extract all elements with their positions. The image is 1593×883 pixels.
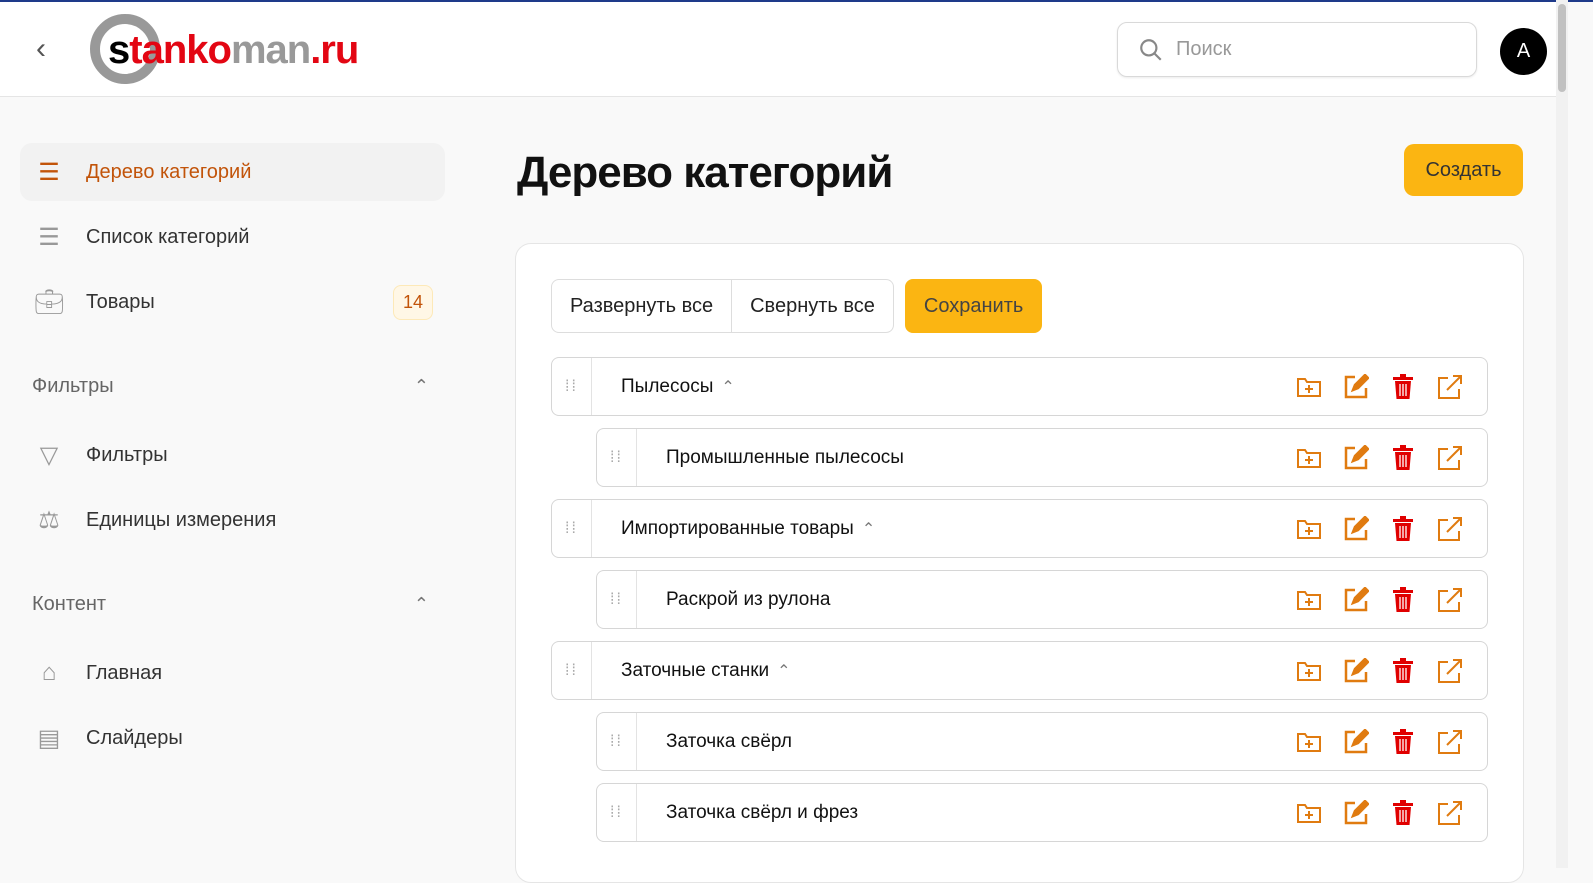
chevron-up-icon[interactable]: ⌃ bbox=[777, 661, 790, 681]
list-icon: ☰ bbox=[38, 223, 60, 251]
drag-handle-icon[interactable]: ⁞⁞ bbox=[597, 713, 637, 770]
open-external-icon[interactable] bbox=[1437, 800, 1463, 826]
sidebar-item-filters[interactable]: ▽ Фильтры bbox=[20, 426, 445, 484]
scales-icon: ⚖︎ bbox=[38, 506, 60, 534]
sidebar-item-sliders[interactable]: ▤ Слайдеры bbox=[20, 709, 445, 767]
edit-icon[interactable] bbox=[1343, 444, 1369, 471]
drag-handle-icon[interactable]: ⁞⁞ bbox=[597, 571, 637, 628]
sidebar-item-home[interactable]: ⌂ Главная bbox=[20, 644, 445, 702]
category-name[interactable]: Промышленные пылесосы bbox=[666, 447, 904, 469]
tree-row: ⁞⁞ Раскрой из рулона bbox=[596, 570, 1488, 629]
trash-icon[interactable] bbox=[1390, 373, 1416, 400]
funnel-icon: ▽ bbox=[39, 441, 59, 469]
tree-list-icon: ☰ bbox=[38, 158, 60, 186]
search-input[interactable] bbox=[1176, 38, 1456, 61]
trash-icon[interactable] bbox=[1390, 444, 1416, 471]
add-subfolder-icon[interactable] bbox=[1296, 374, 1322, 400]
tree-row: ⁞⁞ Пылесосы ⌃ bbox=[551, 357, 1488, 416]
tree-row: ⁞⁞ Заточка свёрл и фрез bbox=[596, 783, 1488, 842]
category-name[interactable]: Раскрой из рулона bbox=[666, 589, 830, 611]
category-name[interactable]: Заточка свёрл и фрез bbox=[666, 802, 858, 824]
tree-row: ⁞⁞ Заточка свёрл bbox=[596, 712, 1488, 771]
header: ‹ stankoman.ru A bbox=[0, 2, 1556, 97]
tree-row: ⁞⁞ Заточные станки ⌃ bbox=[551, 641, 1488, 700]
trash-icon[interactable] bbox=[1390, 728, 1416, 755]
scrollbar[interactable] bbox=[1556, 0, 1568, 868]
edit-icon[interactable] bbox=[1343, 515, 1369, 542]
edit-icon[interactable] bbox=[1343, 373, 1369, 400]
search-icon bbox=[1140, 38, 1162, 61]
drag-handle-icon[interactable]: ⁞⁞ bbox=[597, 429, 637, 486]
add-subfolder-icon[interactable] bbox=[1296, 587, 1322, 613]
open-external-icon[interactable] bbox=[1437, 729, 1463, 755]
trash-icon[interactable] bbox=[1390, 586, 1416, 613]
drag-handle-icon[interactable]: ⁞⁞ bbox=[552, 500, 592, 557]
sidebar-item-units[interactable]: ⚖︎ Единицы измерения bbox=[20, 491, 445, 549]
open-external-icon[interactable] bbox=[1437, 658, 1463, 684]
sidebar-item-category-tree[interactable]: ☰ Дерево категорий bbox=[20, 143, 445, 201]
chevron-up-icon[interactable]: ⌃ bbox=[414, 376, 429, 397]
expand-all-button[interactable]: Развернуть все bbox=[551, 279, 733, 333]
sidebar-item-products[interactable]: 💼︎ Товары 14 bbox=[20, 273, 445, 331]
drag-handle-icon[interactable]: ⁞⁞ bbox=[552, 358, 592, 415]
drag-handle-icon[interactable]: ⁞⁞ bbox=[597, 784, 637, 841]
add-subfolder-icon[interactable] bbox=[1296, 729, 1322, 755]
chevron-up-icon[interactable]: ⌃ bbox=[862, 519, 875, 539]
chevron-up-icon[interactable]: ⌃ bbox=[721, 377, 734, 397]
count-badge: 14 bbox=[392, 284, 433, 320]
scrollbar-thumb[interactable] bbox=[1558, 4, 1566, 92]
collapse-all-button[interactable]: Свернуть все bbox=[732, 279, 894, 333]
tree-card: Развернуть все Свернуть все Сохранить ⁞⁞… bbox=[515, 243, 1524, 883]
chevron-up-icon[interactable]: ⌃ bbox=[414, 594, 429, 615]
back-icon[interactable]: ‹ bbox=[36, 32, 46, 66]
add-subfolder-icon[interactable] bbox=[1296, 516, 1322, 542]
category-name[interactable]: Заточка свёрл bbox=[666, 731, 792, 753]
section-content-header[interactable]: Контент ⌃ bbox=[20, 579, 445, 629]
trash-icon[interactable] bbox=[1390, 799, 1416, 826]
tree-row: ⁞⁞ Импортированные товары ⌃ bbox=[551, 499, 1488, 558]
edit-icon[interactable] bbox=[1343, 728, 1369, 755]
avatar[interactable]: A bbox=[1500, 28, 1547, 75]
trash-icon[interactable] bbox=[1390, 657, 1416, 684]
open-external-icon[interactable] bbox=[1437, 516, 1463, 542]
page-title: Дерево категорий bbox=[517, 148, 893, 197]
sidebar-item-category-list[interactable]: ☰ Список категорий bbox=[20, 208, 445, 266]
layers-icon: ▤ bbox=[37, 724, 61, 752]
add-subfolder-icon[interactable] bbox=[1296, 445, 1322, 471]
section-filters-header[interactable]: Фильтры ⌃ bbox=[20, 361, 445, 411]
home-icon: ⌂ bbox=[41, 659, 57, 686]
open-external-icon[interactable] bbox=[1437, 374, 1463, 400]
briefcase-icon: 💼︎ bbox=[34, 288, 65, 316]
edit-icon[interactable] bbox=[1343, 799, 1369, 826]
open-external-icon[interactable] bbox=[1437, 587, 1463, 613]
save-button[interactable]: Сохранить bbox=[904, 279, 1043, 333]
add-subfolder-icon[interactable] bbox=[1296, 800, 1322, 826]
search-box[interactable] bbox=[1117, 22, 1477, 77]
category-name[interactable]: Импортированные товары bbox=[621, 518, 854, 540]
trash-icon[interactable] bbox=[1390, 515, 1416, 542]
tree-row: ⁞⁞ Промышленные пылесосы bbox=[596, 428, 1488, 487]
category-name[interactable]: Пылесосы bbox=[621, 376, 713, 398]
create-button[interactable]: Создать bbox=[1404, 144, 1523, 196]
add-subfolder-icon[interactable] bbox=[1296, 658, 1322, 684]
category-name[interactable]: Заточные станки bbox=[621, 660, 769, 682]
drag-handle-icon[interactable]: ⁞⁞ bbox=[552, 642, 592, 699]
sidebar: ☰ Дерево категорий ☰ Список категорий 💼︎ То… bbox=[20, 143, 445, 774]
logo[interactable]: stankoman.ru bbox=[90, 14, 359, 86]
edit-icon[interactable] bbox=[1343, 586, 1369, 613]
open-external-icon[interactable] bbox=[1437, 445, 1463, 471]
edit-icon[interactable] bbox=[1343, 657, 1369, 684]
